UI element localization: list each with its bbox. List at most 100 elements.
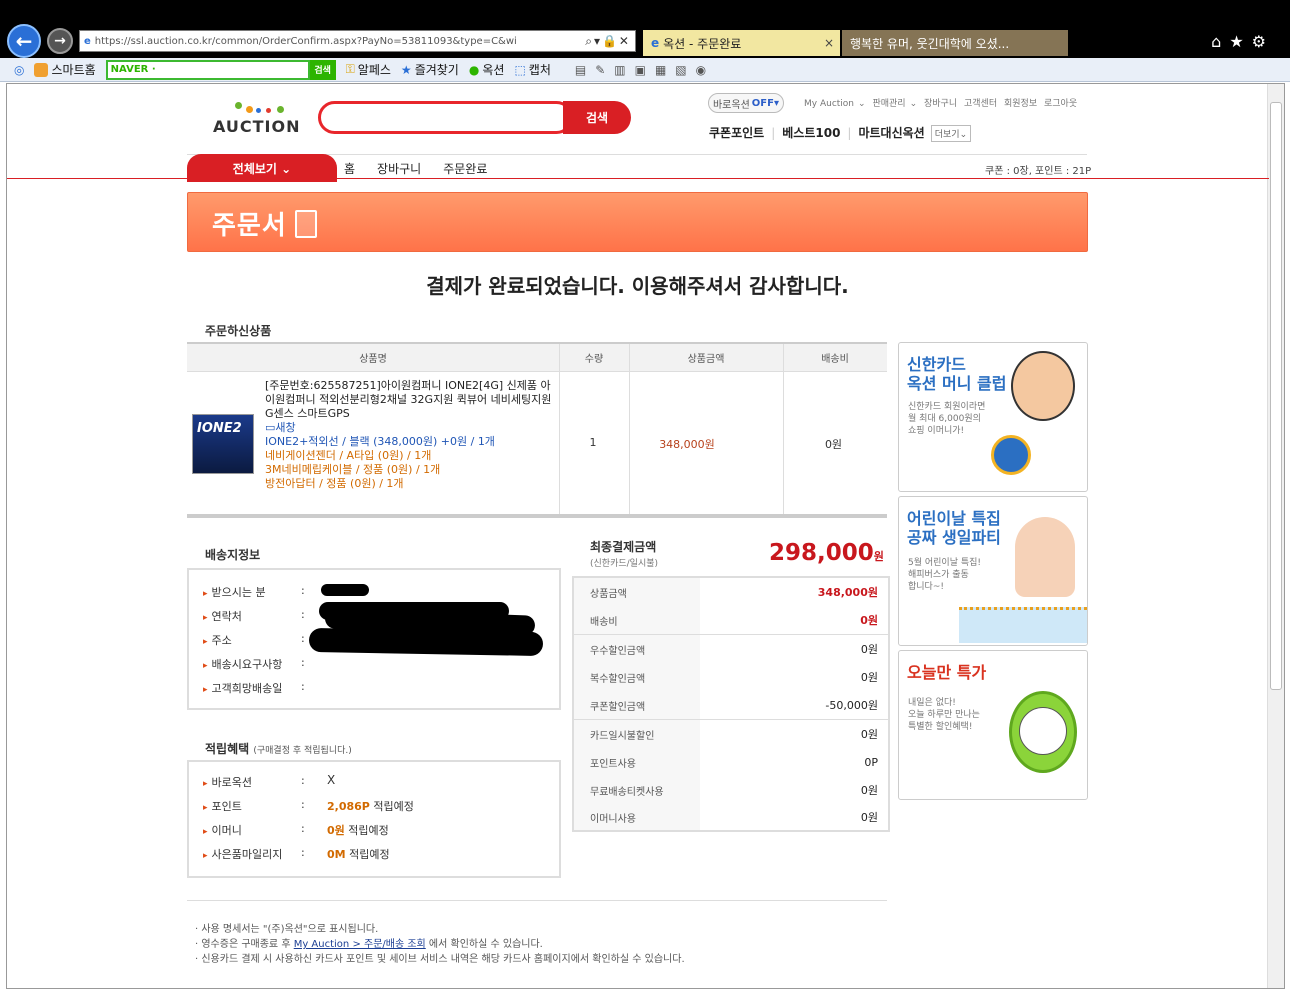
- nav-mart[interactable]: 마트대신옥션: [858, 126, 924, 140]
- tab-humor[interactable]: 행복한 유머, 웃긴대학에 오셨...: [842, 30, 1068, 56]
- ad-today-special[interactable]: 오늘만 특가 내일은 없다! 오늘 하루만 만나는 특별한 할인혜택!: [898, 650, 1088, 800]
- pay-value: 0원: [860, 784, 878, 797]
- reward-row-emoney: 이머니: [203, 822, 242, 838]
- divider: [187, 516, 887, 518]
- more-dropdown[interactable]: 더보기⌄: [930, 125, 972, 142]
- pay-label: 배송비: [574, 606, 700, 634]
- coupon-point-info: 쿠폰 : 0장, 포인트 : 21P: [985, 166, 1092, 177]
- all-categories-button[interactable]: 전체보기 ⌄: [187, 154, 337, 182]
- main-nav: 쿠폰포인트 | 베스트100 | 마트대신옥션 더보기⌄: [709, 124, 972, 142]
- delivery-row-contact: 연락처: [203, 608, 242, 624]
- product-image[interactable]: IONE2: [192, 414, 254, 474]
- tab-ie-icon: e: [651, 36, 660, 50]
- utility-nav: My Auction ⌄ 판매관리 ⌄ 장바구니 고객센터 회원정보 로그아웃: [804, 96, 1081, 109]
- pay-label: 우수할인금액: [574, 635, 700, 663]
- util-sales[interactable]: 판매관리: [872, 99, 905, 109]
- clock-face-icon: [1019, 707, 1067, 755]
- cake-icon: [959, 607, 1087, 643]
- tab-auction-order[interactable]: e 옥션 - 주문완료 ×: [643, 30, 840, 56]
- ad-childrens-day[interactable]: 어린이날 특집 공짜 생일파티 5월 어린이날 특집! 해피버스가 출동 합니다…: [898, 496, 1088, 646]
- redaction-scribble: [321, 584, 369, 596]
- shinhan-logo-icon: [991, 435, 1031, 475]
- col-header-price: 상품금액: [629, 344, 783, 372]
- crumb-cart[interactable]: 장바구니: [377, 162, 421, 176]
- tab-close-icon[interactable]: ×: [824, 36, 840, 50]
- reward-value: X: [327, 773, 336, 787]
- util-member-info[interactable]: 회원정보: [1004, 99, 1037, 109]
- window-icon: ▭: [265, 421, 276, 434]
- breadcrumb: 홈 장바구니 주문완료: [344, 160, 509, 177]
- crumb-home[interactable]: 홈: [344, 162, 355, 176]
- colon: :: [301, 822, 305, 835]
- toolbar-item-alpass[interactable]: ⚿ 알페스: [346, 61, 391, 78]
- payment-method: (신한카드/일시불): [590, 559, 659, 569]
- address-controls-icons[interactable]: ⌕▾🔒✕: [581, 34, 635, 49]
- reward-row-point: 포인트: [203, 798, 242, 814]
- col-header-qty: 수량: [559, 344, 629, 372]
- colon: :: [301, 608, 305, 621]
- browser-chrome: ← → e https://ssl.auction.co.kr/common/O…: [0, 0, 1290, 58]
- chevron-down-icon: ▾: [773, 97, 779, 109]
- pay-value: 0원: [860, 614, 878, 627]
- new-window-link[interactable]: ▭새창: [265, 421, 555, 435]
- page-viewport: AUCTION 검색 바로옥션 OFF ▾ My Auction ⌄ 판매관리 ⌄ 장바…: [6, 83, 1285, 989]
- option-item: 방전아답터 / 정품 (0원) / 1개: [265, 477, 404, 490]
- reward-value: 0원 적립예정: [327, 824, 389, 837]
- address-bar[interactable]: e https://ssl.auction.co.kr/common/Order…: [79, 30, 636, 52]
- forward-button[interactable]: →: [47, 28, 73, 54]
- scrollbar[interactable]: [1267, 84, 1284, 988]
- auction-logo[interactable]: AUCTION: [213, 117, 300, 136]
- pay-label: 복수할인금액: [574, 663, 700, 691]
- toolbar-extra-icons[interactable]: ▤✎▥▣▦▧◉: [575, 63, 715, 77]
- util-customer-center[interactable]: 고객센터: [964, 99, 997, 109]
- order-shipping: 0원: [824, 438, 843, 451]
- home-favorites-settings-icons[interactable]: ⌂★⚙: [1211, 32, 1274, 51]
- tab-label: 행복한 유머, 웃긴대학에 오셨...: [850, 36, 1010, 51]
- notice-list: · 사용 명세서는 "(주)옥션"으로 표시됩니다. · 영수증은 구매종료 후…: [195, 922, 685, 967]
- delivery-row-recipient: 받으시는 분: [203, 584, 266, 600]
- payment-breakdown: 상품금액 348,000원 배송비 0원 우수할인금액 0원 복수할인금액 0원…: [572, 576, 890, 832]
- section-title-reward: 적립혜택 (구매결정 후 적립됩니다.): [205, 742, 352, 756]
- pay-label: 포인트사용: [574, 748, 700, 776]
- nav-best100[interactable]: 베스트100: [782, 126, 840, 140]
- util-my-auction[interactable]: My Auction: [804, 99, 854, 109]
- delivery-info-box: 받으시는 분 연락처 주소 배송시요구사항 고객희망배송일 : : : : :: [187, 568, 561, 710]
- naver-search-button[interactable]: 검색: [309, 59, 336, 80]
- colon: :: [301, 656, 305, 669]
- toolbar-item-favorites[interactable]: ★ 즐겨찾기: [401, 61, 459, 78]
- nav-coupon-point[interactable]: 쿠폰포인트: [709, 126, 764, 140]
- toolbar-smarthome[interactable]: 스마트홈: [34, 61, 96, 78]
- baro-auction-toggle[interactable]: 바로옥션 OFF ▾: [708, 93, 784, 113]
- util-cart[interactable]: 장바구니: [924, 99, 957, 109]
- final-amount: 298,000원: [769, 540, 884, 566]
- scrollbar-thumb[interactable]: [1270, 102, 1282, 690]
- house-icon: [34, 62, 49, 77]
- my-auction-order-link[interactable]: My Auction > 주문/배송 조회: [294, 939, 426, 950]
- delivery-row-date: 고객희망배송일: [203, 680, 283, 696]
- col-header-product: 상품명: [187, 344, 559, 372]
- child-photo-icon: [1015, 517, 1075, 597]
- product-info: [주문번호:625587251]아이원컴퍼니 IONE2[4G] 신제품 아이원…: [265, 379, 555, 491]
- toolbar-item-auction[interactable]: ● 옥션: [469, 61, 505, 78]
- util-logout[interactable]: 로그아웃: [1044, 99, 1077, 109]
- notice-item: · 신용카드 결제 시 사용하신 카드사 포인트 및 세이브 서비스 내역은 해…: [195, 954, 685, 965]
- page-title: 주문서: [212, 211, 287, 241]
- back-button[interactable]: ←: [7, 24, 41, 58]
- site-search-button[interactable]: 검색: [563, 101, 631, 134]
- product-name[interactable]: [주문번호:625587251]아이원컴퍼니 IONE2[4G] 신제품 아이원…: [265, 379, 555, 421]
- key-icon: ⚿: [345, 62, 355, 76]
- toolbar-ie-icon[interactable]: ◎: [14, 63, 24, 77]
- dots-icon: ●: [468, 62, 480, 77]
- pay-value: 0원: [860, 643, 878, 656]
- colon: :: [301, 846, 305, 859]
- ad-shinhan-card[interactable]: 신한카드 옥션 머니 클럽 신한카드 회원이라면 월 최대 6,000원의 쇼핑…: [898, 342, 1088, 492]
- page-content: AUCTION 검색 바로옥션 OFF ▾ My Auction ⌄ 판매관리 ⌄ 장바…: [7, 84, 1269, 988]
- url-text: https://ssl.auction.co.kr/common/OrderCo…: [94, 35, 517, 47]
- naver-search-input[interactable]: NAVER · 검색: [105, 59, 336, 80]
- toolbar-item-capture[interactable]: ⬚ 캡처: [514, 61, 550, 78]
- pay-label: 무료배송티켓사용: [574, 776, 700, 804]
- site-search-input[interactable]: [318, 101, 573, 134]
- pay-value: 348,000원: [817, 586, 878, 599]
- delivery-row-address: 주소: [203, 632, 232, 648]
- reward-info-box: 바로옥션 : X 포인트 : 2,086P 적립예정 이머니 : 0원 적립예정…: [187, 760, 561, 878]
